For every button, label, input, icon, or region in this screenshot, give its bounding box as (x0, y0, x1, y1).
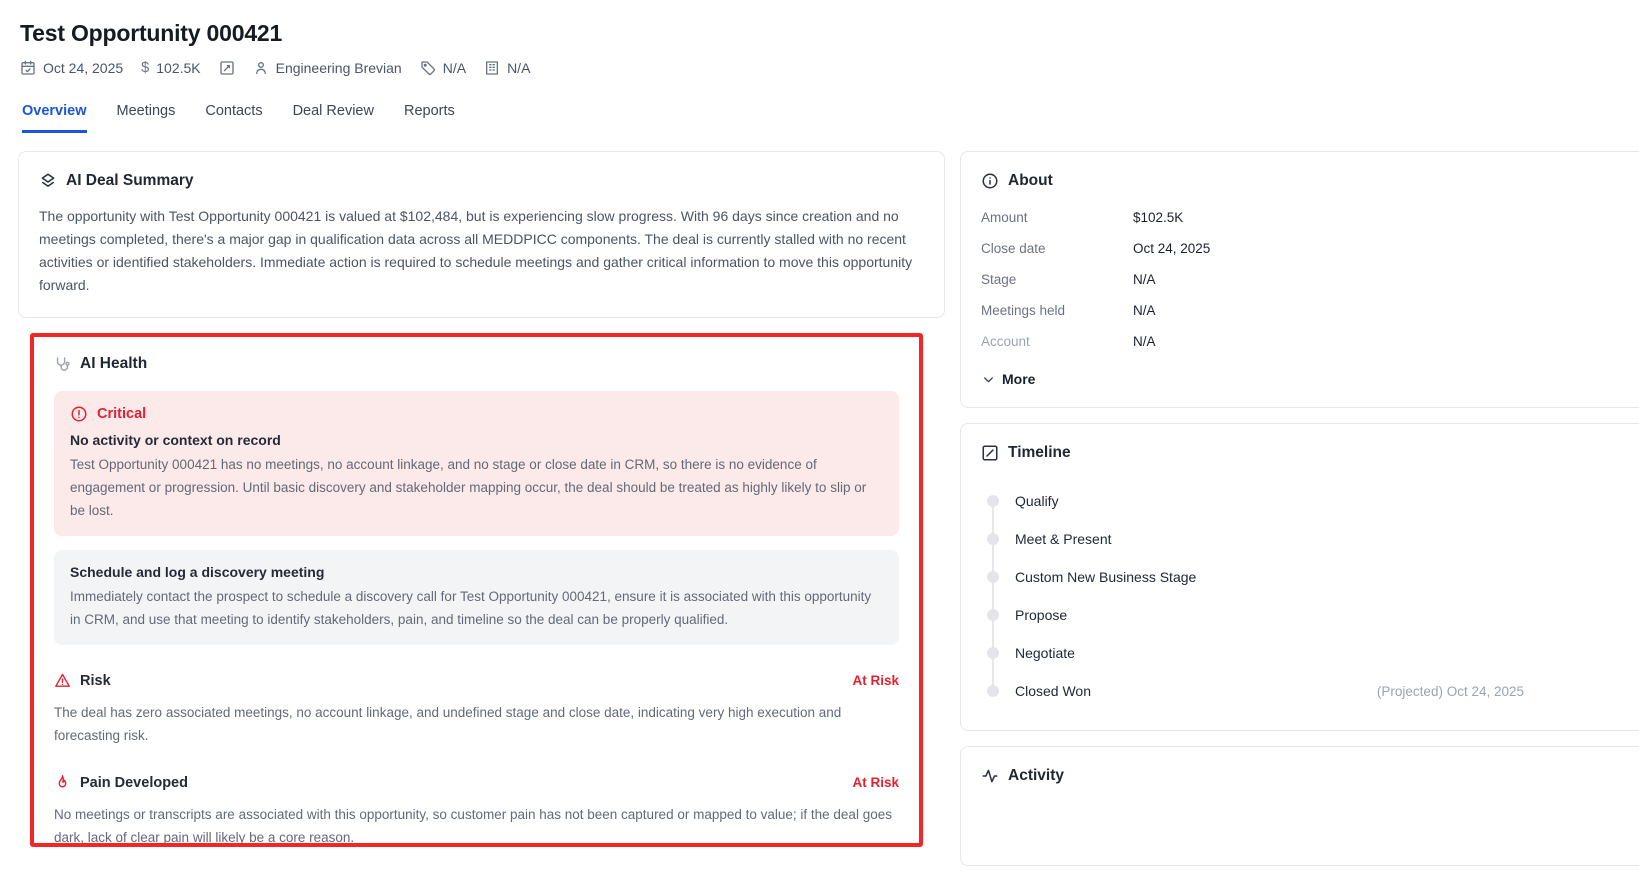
risk-label: Risk (80, 672, 111, 689)
calendar-check-icon (20, 60, 36, 76)
timeline-stage-propose: Propose (987, 596, 1639, 634)
tag-text: N/A (442, 60, 467, 76)
about-row-stage: Stage N/A (981, 272, 1156, 287)
side-column: About Amount $102.5K Close date Oct 24, … (960, 151, 1639, 871)
recommendation-box: Schedule and log a discovery meeting Imm… (54, 550, 899, 645)
tab-meetings[interactable]: Meetings (117, 103, 176, 133)
page-title: Test Opportunity 000421 (20, 20, 283, 46)
flame-icon (54, 774, 71, 791)
chevron-down-icon (981, 372, 996, 387)
owner-text: Engineering Brevian (275, 60, 402, 76)
tab-bar: Overview Meetings Contacts Deal Review R… (20, 103, 1639, 133)
about-row-account: Account N/A (981, 334, 1156, 349)
stethoscope-icon (54, 356, 71, 373)
timeline-stage-qualify: Qualify (987, 482, 1639, 520)
amount-meta: $ 102.5K (141, 60, 200, 76)
person-icon (253, 60, 269, 76)
about-row-amount: Amount $102.5K (981, 210, 1184, 225)
pain-status-badge: At Risk (852, 775, 899, 790)
ai-deal-summary-card: AI Deal Summary The opportunity with Tes… (18, 151, 945, 318)
pain-label: Pain Developed (80, 774, 188, 791)
timeline-icon (981, 444, 999, 462)
tab-overview[interactable]: Overview (22, 103, 87, 133)
recommendation-heading: Schedule and log a discovery meeting (70, 564, 325, 580)
layers-diamond-icon (39, 172, 57, 190)
stage-dot (987, 571, 999, 583)
about-row-close-date: Close date Oct 24, 2025 (981, 241, 1211, 256)
activity-card: Activity (960, 746, 1639, 866)
stage-dot (987, 495, 999, 507)
timeline-stage-negotiate: Negotiate (987, 634, 1639, 672)
owner-meta: Engineering Brevian (253, 60, 402, 76)
opportunity-page: Test Opportunity 000421 Oct 24, 2025 $ 1… (0, 0, 1639, 871)
timeline-title: Timeline (1008, 444, 1071, 461)
stage-dot (987, 533, 999, 545)
pain-section-header: Pain Developed At Risk (54, 774, 899, 791)
stage-dot (987, 685, 999, 697)
critical-heading: No activity or context on record (70, 432, 281, 448)
building-icon (484, 60, 500, 76)
stage-dot (987, 647, 999, 659)
pain-body: No meetings or transcripts are associate… (54, 807, 892, 845)
timeline-stage-closed-won: Closed Won (Projected) Oct 24, 2025 (987, 672, 1639, 710)
triangle-alert-icon (54, 672, 71, 689)
info-icon (981, 172, 999, 190)
timeline-list: Qualify Meet & Present Custom New Busine… (981, 482, 1639, 710)
meta-row: Oct 24, 2025 $ 102.5K Engineering Brevia… (20, 60, 1639, 76)
timeline-stage-meet-present: Meet & Present (987, 520, 1639, 558)
critical-label: Critical (97, 406, 147, 422)
risk-body: The deal has zero associated meetings, n… (54, 705, 842, 743)
close-date-meta: Oct 24, 2025 (20, 60, 123, 76)
edit-meta[interactable] (219, 60, 235, 76)
critical-body: Test Opportunity 000421 has no meetings,… (70, 457, 867, 518)
stage-dot (987, 609, 999, 621)
tab-contacts[interactable]: Contacts (205, 103, 262, 133)
activity-title: Activity (1008, 767, 1064, 784)
ai-health-card: AI Health Critical No activity or contex… (30, 333, 923, 847)
more-label: More (1002, 371, 1036, 387)
account-text: N/A (507, 60, 531, 76)
close-date-text: Oct 24, 2025 (43, 60, 124, 76)
timeline-stage-custom-new-business: Custom New Business Stage (987, 558, 1639, 596)
ai-deal-summary-text: The opportunity with Test Opportunity 00… (39, 208, 913, 293)
more-toggle[interactable]: More (981, 371, 1639, 387)
tab-deal-review[interactable]: Deal Review (293, 103, 374, 133)
alert-circle-icon (70, 405, 88, 423)
tag-icon (420, 60, 436, 76)
tab-reports[interactable]: Reports (404, 103, 455, 133)
edit-icon[interactable] (219, 60, 235, 76)
amount-text: 102.5K (156, 60, 201, 76)
ai-deal-summary-title: AI Deal Summary (66, 172, 194, 189)
account-meta: N/A (484, 60, 530, 76)
about-row-meetings-held: Meetings held N/A (981, 303, 1156, 318)
about-card: About Amount $102.5K Close date Oct 24, … (960, 151, 1639, 408)
activity-pulse-icon (981, 767, 999, 785)
recommendation-body: Immediately contact the prospect to sche… (70, 589, 872, 627)
tag-meta: N/A (420, 60, 466, 76)
dollar-icon: $ (141, 60, 150, 76)
timeline-card: Timeline Qualify Meet & Present Custom N… (960, 423, 1639, 731)
risk-status-badge: At Risk (852, 673, 899, 688)
about-title: About (1008, 172, 1053, 189)
ai-health-title: AI Health (80, 355, 148, 372)
main-column: AI Deal Summary The opportunity with Tes… (18, 151, 945, 871)
critical-alert-box: Critical No activity or context on recor… (54, 391, 899, 536)
risk-section-header: Risk At Risk (54, 672, 899, 689)
projected-close-note: (Projected) Oct 24, 2025 (1376, 683, 1524, 699)
